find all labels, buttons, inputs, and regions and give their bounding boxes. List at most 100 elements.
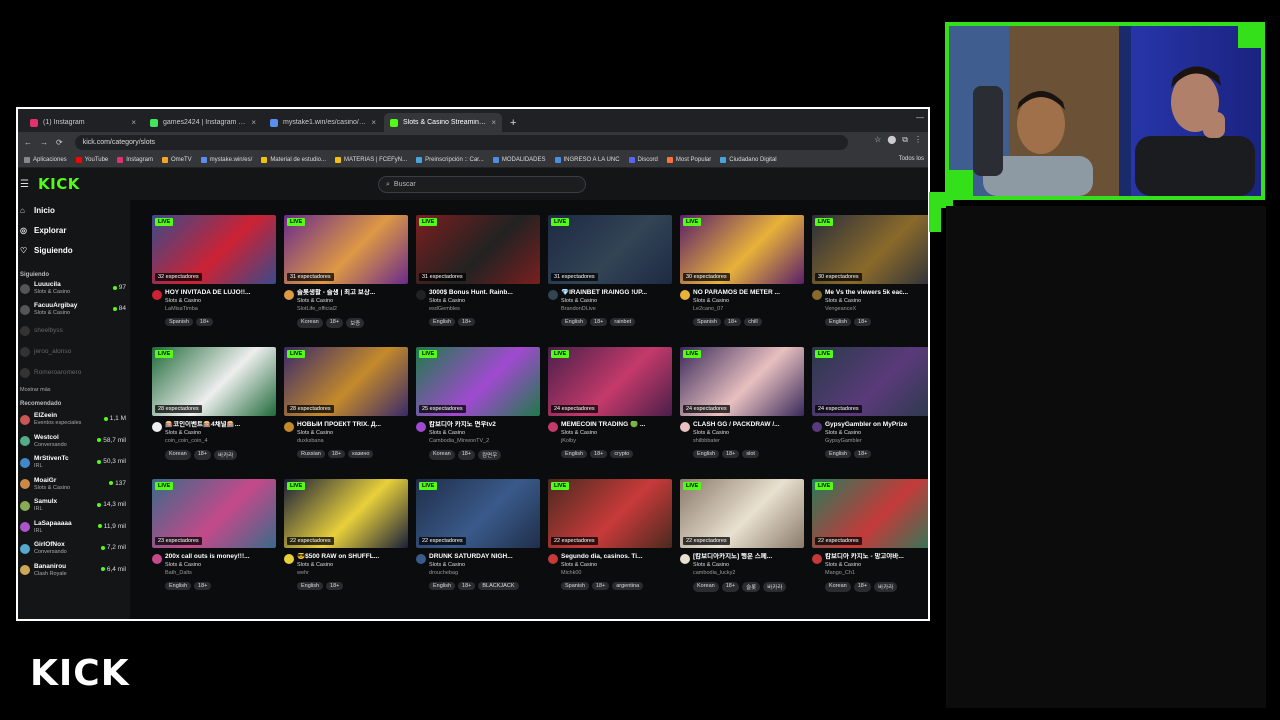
browser-tab[interactable]: games2424 | Instagram | Linktr... × <box>144 113 262 132</box>
browser-tab[interactable]: Slots & Casino Streaming - Live... × <box>384 113 502 132</box>
bookmark-item[interactable]: OmeTV <box>161 156 192 163</box>
nav-item-siguiendo[interactable]: ♡ Siguiendo <box>18 240 130 260</box>
stream-card[interactable]: LIVE 25 espectadores 캄보디아 카지노 면우tv2 Slots &… <box>416 347 540 477</box>
avatar[interactable] <box>680 554 690 564</box>
streamer-name[interactable]: Michk00 <box>561 569 672 577</box>
streamer-name[interactable]: cambodia_lucky2 <box>693 569 804 577</box>
streamer-name[interactable]: LaMisaTimba <box>165 305 276 313</box>
sidebar-channel[interactable]: GirlOfNox Conversando 7,2 mil <box>18 538 130 560</box>
avatar[interactable] <box>152 290 162 300</box>
hamburger-icon[interactable]: ☰ <box>20 179 32 190</box>
stream-tag[interactable]: argentina <box>612 582 644 590</box>
stream-thumbnail[interactable]: LIVE 24 espectadores <box>812 347 928 416</box>
bookmark-item[interactable]: INGRESO A LA UNC <box>554 156 620 163</box>
star-icon[interactable]: ☆ <box>874 135 881 145</box>
sidebar-channel[interactable]: Westcol Conversando 58,7 mil <box>18 431 130 453</box>
browser-tab[interactable]: (1) Instagram × <box>24 113 142 132</box>
stream-tag[interactable]: BLACKJACK <box>478 582 519 590</box>
stream-tag[interactable]: English <box>561 318 588 326</box>
stream-tag[interactable]: 18+ <box>853 582 872 592</box>
extension-icon[interactable]: ⬤ <box>887 135 896 145</box>
streamer-name[interactable]: drouchebag <box>429 569 540 577</box>
stream-title[interactable]: CLASH GG / PACKDRAW /... <box>693 421 804 429</box>
stream-tag[interactable]: Spanish <box>165 318 193 326</box>
stream-category[interactable]: Slots & Casino <box>561 561 672 569</box>
stream-category[interactable]: Slots & Casino <box>297 561 408 569</box>
stream-thumbnail[interactable]: LIVE 30 espectadores <box>812 215 928 284</box>
avatar[interactable] <box>548 554 558 564</box>
stream-category[interactable]: Slots & Casino <box>165 297 276 305</box>
avatar[interactable] <box>152 554 162 564</box>
stream-tag[interactable]: 18+ <box>193 450 212 460</box>
stream-tag[interactable]: English <box>429 582 456 590</box>
stream-card[interactable]: LIVE 28 espectadores НОВЫЙ ПРОЕКТ TRIX. Д.… <box>284 347 408 477</box>
puzzle-icon[interactable]: ⧉ <box>902 135 908 145</box>
stream-category[interactable]: Slots & Casino <box>429 297 540 305</box>
stream-category[interactable]: Slots & Casino <box>693 429 804 437</box>
stream-card[interactable]: LIVE 31 espectadores 💎IRAINBET IRAINGG !UP… <box>548 215 672 345</box>
stream-tag[interactable]: English <box>825 318 852 326</box>
nav-item-inicio[interactable]: ⌂ Inicio <box>18 200 130 220</box>
bookmark-item[interactable]: YouTube <box>75 156 108 163</box>
stream-category[interactable]: Slots & Casino <box>297 297 408 305</box>
stream-card[interactable]: LIVE 22 espectadores DRUNK SATURDAY NIGH..… <box>416 479 540 609</box>
sidebar-channel[interactable]: Romeroaromero <box>18 362 130 383</box>
stream-tag[interactable]: English <box>165 582 192 590</box>
bookmark-item[interactable]: Material de estudio... <box>261 156 326 163</box>
nav-item-explorar[interactable]: ◎ Explorar <box>18 220 130 240</box>
stream-thumbnail[interactable]: LIVE 30 espectadores <box>680 215 804 284</box>
avatar[interactable] <box>680 422 690 432</box>
bookmark-item[interactable]: Discord <box>628 156 658 163</box>
close-icon[interactable]: × <box>251 118 256 127</box>
stream-title[interactable]: 😎$500 RAW on SHUFFL... <box>297 553 408 561</box>
stream-category[interactable]: Slots & Casino <box>165 429 276 437</box>
stream-tag[interactable]: 바카라 <box>214 450 238 460</box>
stream-category[interactable]: Slots & Casino <box>561 429 672 437</box>
stream-tag[interactable]: 18+ <box>723 318 742 326</box>
sidebar-channel[interactable]: sheelbyss <box>18 320 130 341</box>
stream-title[interactable]: Me Vs the viewers 5k eac... <box>825 289 928 297</box>
stream-tag[interactable]: rainbet <box>610 318 636 326</box>
stream-tag[interactable]: crypto <box>610 450 634 458</box>
avatar[interactable] <box>152 422 162 432</box>
stream-tag[interactable]: English <box>429 318 456 326</box>
stream-title[interactable]: 캄보디아 카지노 면우tv2 <box>429 421 540 429</box>
stream-category[interactable]: Slots & Casino <box>429 429 540 437</box>
avatar[interactable] <box>416 290 426 300</box>
bookmark-item[interactable]: MATERIAS | FCEFyN... <box>335 156 407 163</box>
streamer-name[interactable]: VengeanceX <box>825 305 928 313</box>
sidebar-channel[interactable]: MrStivenTc IRL 50,3 mil <box>18 452 130 474</box>
stream-tag[interactable]: 바카라 <box>763 582 787 592</box>
stream-tag[interactable]: 18+ <box>721 582 740 592</box>
stream-thumbnail[interactable]: LIVE 23 espectadores <box>152 479 276 548</box>
streamer-name[interactable]: GypsyGambler <box>825 437 928 445</box>
stream-tag[interactable]: казино <box>348 450 374 458</box>
stream-tag[interactable]: Spanish <box>561 582 589 590</box>
streamer-name[interactable]: wehr <box>297 569 408 577</box>
stream-tag[interactable]: 18+ <box>590 318 608 326</box>
stream-card[interactable]: LIVE 31 espectadores 3000$ Bonus Hunt. Rai… <box>416 215 540 345</box>
all-bookmarks[interactable]: Todos los <box>899 156 924 162</box>
stream-card[interactable]: LIVE 22 espectadores 캄보디아 카지노 - 망고야바... Slo… <box>812 479 928 609</box>
stream-tag[interactable]: 18+ <box>458 582 476 590</box>
stream-category[interactable]: Slots & Casino <box>429 561 540 569</box>
browser-tab[interactable]: mystake1.win/es/casino/casino × <box>264 113 382 132</box>
avatar[interactable] <box>680 290 690 300</box>
stream-title[interactable]: MEMECOIN TRADING 🟢 ... <box>561 421 672 429</box>
stream-tag[interactable]: 18+ <box>722 450 740 458</box>
stream-thumbnail[interactable]: LIVE 22 espectadores <box>680 479 804 548</box>
avatar[interactable] <box>416 554 426 564</box>
stream-thumbnail[interactable]: LIVE 31 espectadores <box>416 215 540 284</box>
stream-tag[interactable]: 18+ <box>590 450 608 458</box>
avatar[interactable] <box>284 290 294 300</box>
avatar[interactable] <box>284 554 294 564</box>
streamer-name[interactable]: Bath_Dalts <box>165 569 276 577</box>
stream-tag[interactable]: Korean <box>297 318 323 328</box>
forward-icon[interactable]: → <box>40 138 48 147</box>
stream-title[interactable]: DRUNK SATURDAY NIGH... <box>429 553 540 561</box>
avatar[interactable] <box>548 422 558 432</box>
stream-tag[interactable]: 18+ <box>194 582 212 590</box>
back-icon[interactable]: ← <box>24 138 32 147</box>
stream-category[interactable]: Slots & Casino <box>693 297 804 305</box>
stream-category[interactable]: Slots & Casino <box>165 561 276 569</box>
